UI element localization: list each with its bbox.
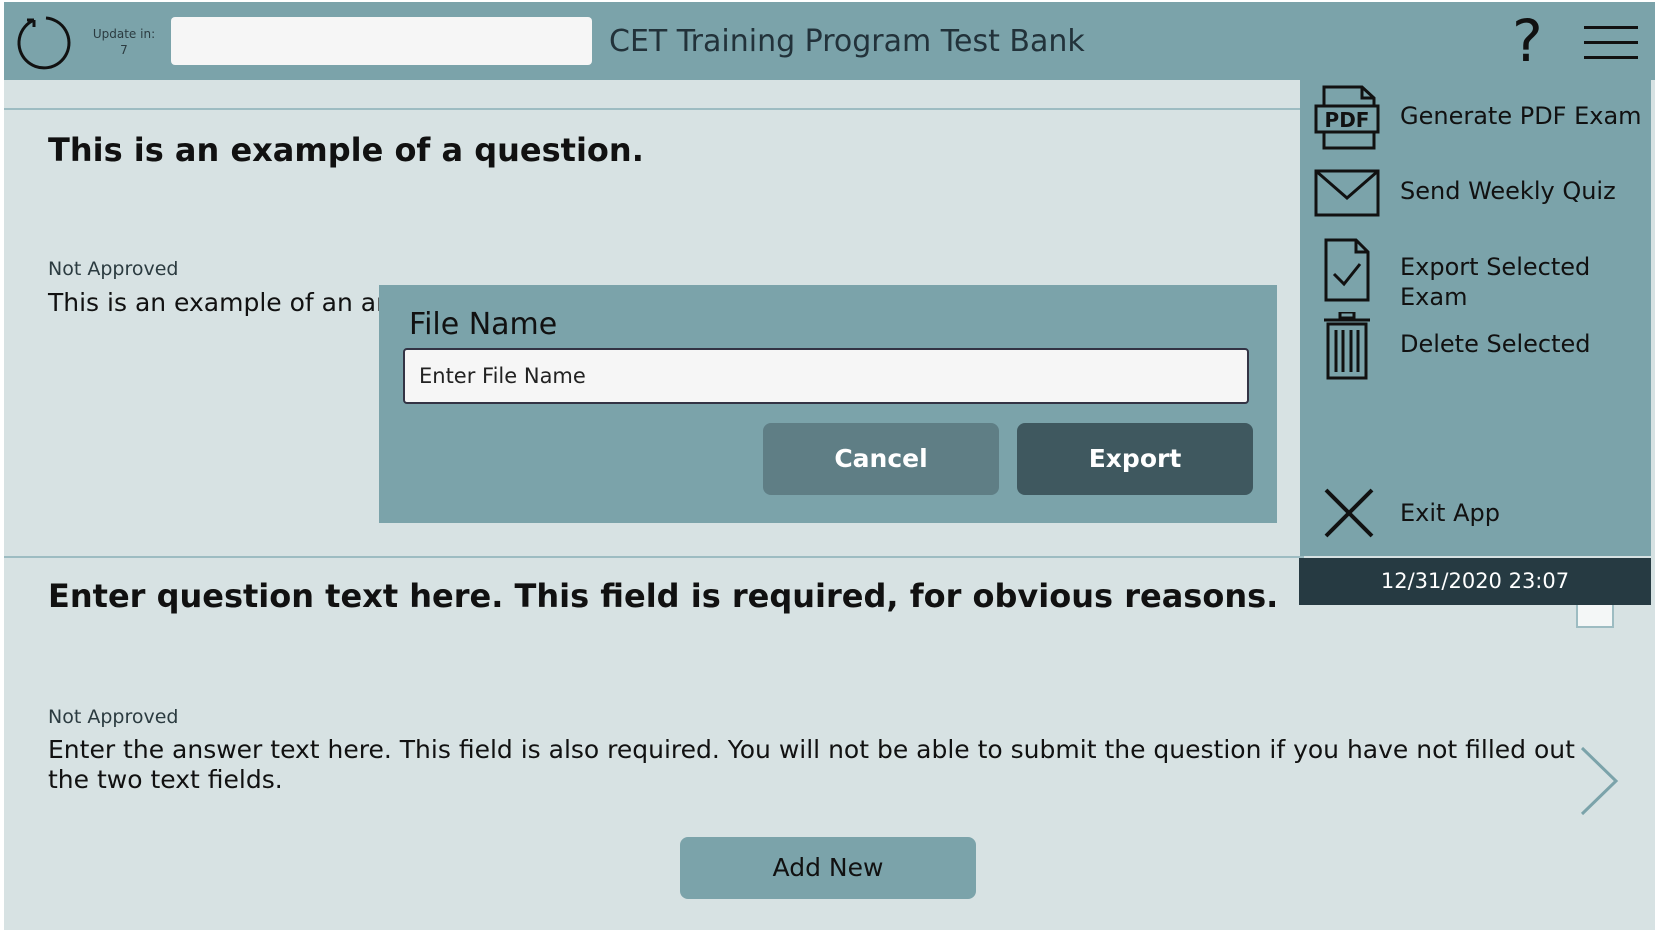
menu-item-export-selected-exam[interactable]: Export Selected Exam — [1300, 234, 1651, 311]
envelope-icon — [1314, 169, 1380, 217]
hamburger-menu-icon[interactable] — [1584, 22, 1640, 62]
update-countdown: Update in: 7 — [84, 26, 164, 58]
menu-item-send-weekly-quiz[interactable]: Send Weekly Quiz — [1300, 158, 1651, 228]
update-label: Update in: — [92, 27, 156, 41]
dialog-title: File Name — [409, 307, 558, 342]
menu-item-label: Send Weekly Quiz — [1400, 177, 1616, 205]
refresh-icon[interactable] — [14, 12, 74, 72]
header-bar: Update in: 7 CET Training Program Test B… — [4, 2, 1655, 80]
file-name-input[interactable] — [403, 348, 1249, 404]
approval-status: Not Approved — [48, 258, 179, 280]
answer-text[interactable]: Enter the answer text here. This field i… — [48, 735, 1588, 795]
question-text[interactable]: Enter question text here. This field is … — [48, 576, 1278, 616]
app-window: Update in: 7 CET Training Program Test B… — [4, 2, 1655, 930]
trash-icon — [1324, 312, 1370, 380]
app-title: CET Training Program Test Bank — [609, 24, 1085, 59]
pdf-icon: PDF — [1314, 85, 1380, 150]
approval-status: Not Approved — [48, 706, 179, 728]
chevron-right-icon[interactable] — [1574, 744, 1624, 818]
search-input[interactable] — [171, 17, 592, 65]
document-check-icon — [1324, 238, 1370, 302]
divider — [4, 556, 1304, 558]
divider — [4, 108, 1304, 110]
question-text[interactable]: This is an example of a question. — [48, 130, 644, 170]
menu-item-label: Delete Selected — [1400, 330, 1591, 358]
close-icon — [1324, 488, 1374, 538]
add-new-button[interactable]: Add New — [680, 837, 976, 899]
update-count: 7 — [120, 43, 128, 57]
help-icon[interactable]: ? — [1512, 10, 1543, 72]
file-name-dialog: File Name Cancel Export — [379, 285, 1277, 523]
menu-item-label: Export Selected Exam — [1400, 253, 1591, 311]
menu-item-generate-pdf[interactable]: PDF Generate PDF Exam — [1300, 82, 1651, 152]
side-menu: PDF Generate PDF Exam Send Weekly Quiz E… — [1300, 80, 1651, 556]
menu-item-delete-selected[interactable]: Delete Selected — [1300, 310, 1651, 380]
export-button[interactable]: Export — [1017, 423, 1253, 495]
menu-item-label: Exit App — [1400, 499, 1500, 527]
menu-item-label: Generate PDF Exam — [1400, 102, 1642, 130]
pdf-icon-text: PDF — [1325, 108, 1370, 132]
datetime-display: 12/31/2020 23:07 — [1299, 558, 1651, 605]
cancel-button[interactable]: Cancel — [763, 423, 999, 495]
menu-item-exit-app[interactable]: Exit App — [1300, 480, 1651, 550]
